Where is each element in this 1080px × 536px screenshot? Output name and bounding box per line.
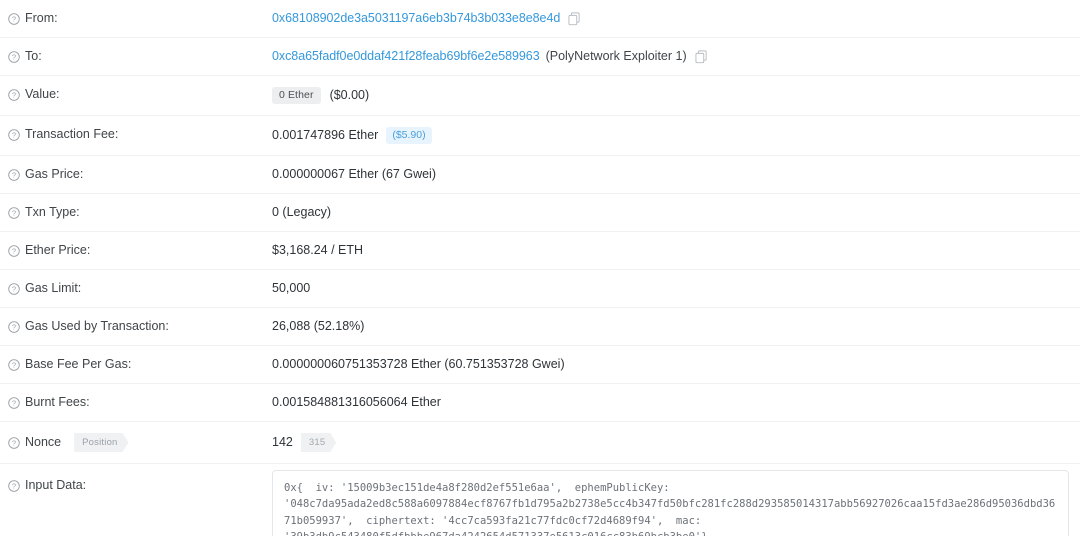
detail-row-ether-price: ? Ether Price: $3,168.24 / ETH bbox=[0, 232, 1080, 270]
row-value-from: 0x68108902de3a5031197a6eb3b74b3b033e8e8e… bbox=[272, 0, 1080, 37]
question-circle-icon[interactable]: ? bbox=[8, 479, 20, 492]
svg-text:?: ? bbox=[12, 130, 16, 139]
row-label-input-data: ? Input Data: bbox=[0, 464, 272, 504]
transaction-details-panel: ? From: 0x68108902de3a5031197a6eb3b74b3b… bbox=[0, 0, 1080, 536]
copy-icon[interactable] bbox=[695, 49, 708, 64]
svg-text:?: ? bbox=[12, 481, 16, 490]
to-address-nametag: (PolyNetwork Exploiter 1) bbox=[545, 49, 687, 63]
input-data-textarea[interactable]: 0x{ iv: '15009b3ec151de4a8f280d2ef551e6a… bbox=[272, 470, 1069, 536]
question-circle-icon[interactable]: ? bbox=[8, 206, 20, 219]
row-label-gas-used: ? Gas Used by Transaction: bbox=[0, 308, 272, 345]
label-text-burnt-fees: Burnt Fees: bbox=[25, 395, 90, 409]
detail-row-value: ? Value: 0 Ether ($0.00) bbox=[0, 76, 1080, 116]
label-text-base-fee: Base Fee Per Gas: bbox=[25, 357, 132, 371]
from-address-link[interactable]: 0x68108902de3a5031197a6eb3b74b3b033e8e8e… bbox=[272, 11, 560, 26]
row-value-gas-used: 26,088 (52.18%) bbox=[272, 319, 365, 333]
detail-row-gas-limit: ? Gas Limit: 50,000 bbox=[0, 270, 1080, 308]
row-label-gas-limit: ? Gas Limit: bbox=[0, 270, 272, 307]
row-value-transaction-fee: 0.001747896 Ether ($5.90) bbox=[272, 116, 1080, 155]
row-value-gas-limit: 50,000 bbox=[272, 281, 311, 295]
nonce-position-value: 315 bbox=[301, 433, 336, 452]
row-label-transaction-fee: ? Transaction Fee: bbox=[0, 116, 272, 153]
to-address-link[interactable]: 0xc8a65fadf0e0ddaf421f28feab69bf6e2e5899… bbox=[272, 49, 540, 64]
transaction-fee-usd-badge: ($5.90) bbox=[386, 127, 432, 144]
label-text-transaction-fee: Transaction Fee: bbox=[25, 127, 119, 141]
detail-row-gas-used: ? Gas Used by Transaction: 26,088 (52.18… bbox=[0, 308, 1080, 346]
label-text-to: To: bbox=[25, 49, 42, 63]
question-circle-icon[interactable]: ? bbox=[8, 358, 20, 371]
label-text-ether-price: Ether Price: bbox=[25, 243, 91, 257]
row-label-txn-type: ? Txn Type: bbox=[0, 194, 272, 231]
svg-text:?: ? bbox=[12, 170, 16, 179]
row-label-burnt-fees: ? Burnt Fees: bbox=[0, 384, 272, 421]
question-circle-icon[interactable]: ? bbox=[8, 168, 20, 181]
row-value-base-fee: 0.000000060751353728 Ether (60.751353728… bbox=[272, 357, 565, 371]
value-usd: ($0.00) bbox=[329, 88, 370, 102]
question-circle-icon[interactable]: ? bbox=[8, 396, 20, 409]
question-circle-icon[interactable]: ? bbox=[8, 282, 20, 295]
row-label-base-fee: ? Base Fee Per Gas: bbox=[0, 346, 272, 383]
label-text-gas-price: Gas Price: bbox=[25, 167, 84, 181]
row-value-gas-price: 0.000000067 Ether (67 Gwei) bbox=[272, 167, 436, 181]
row-label-gas-price: ? Gas Price: bbox=[0, 156, 272, 193]
detail-row-burnt-fees: ? Burnt Fees: 0.001584881316056064 Ether bbox=[0, 384, 1080, 422]
question-circle-icon[interactable]: ? bbox=[8, 88, 20, 101]
row-label-ether-price: ? Ether Price: bbox=[0, 232, 272, 269]
row-value-nonce: 142 315 bbox=[272, 422, 1080, 463]
svg-text:?: ? bbox=[12, 360, 16, 369]
svg-text:?: ? bbox=[12, 284, 16, 293]
question-circle-icon[interactable]: ? bbox=[8, 436, 20, 449]
transaction-fee-amount: 0.001747896 Ether bbox=[272, 128, 379, 142]
nonce-position-badge: Position bbox=[74, 433, 128, 452]
svg-text:?: ? bbox=[12, 398, 16, 407]
label-text-from: From: bbox=[25, 11, 58, 25]
svg-text:?: ? bbox=[12, 438, 16, 447]
value-amount-badge: 0 Ether bbox=[272, 87, 321, 104]
row-label-value: ? Value: bbox=[0, 76, 272, 113]
label-text-txn-type: Txn Type: bbox=[25, 205, 80, 219]
copy-icon[interactable] bbox=[568, 11, 581, 26]
svg-text:?: ? bbox=[12, 322, 16, 331]
svg-text:?: ? bbox=[12, 246, 16, 255]
detail-row-base-fee: ? Base Fee Per Gas: 0.000000060751353728… bbox=[0, 346, 1080, 384]
detail-row-nonce: ? Nonce Position 142 315 bbox=[0, 422, 1080, 464]
detail-row-input-data: ? Input Data: 0x{ iv: '15009b3ec151de4a8… bbox=[0, 464, 1080, 536]
label-text-nonce: Nonce bbox=[25, 435, 62, 449]
row-value-value: 0 Ether ($0.00) bbox=[272, 76, 1080, 115]
question-circle-icon[interactable]: ? bbox=[8, 50, 20, 63]
detail-row-gas-price: ? Gas Price: 0.000000067 Ether (67 Gwei) bbox=[0, 156, 1080, 194]
input-data-content: 0x{ iv: '15009b3ec151de4a8f280d2ef551e6a… bbox=[284, 482, 1056, 536]
svg-text:?: ? bbox=[12, 208, 16, 217]
row-value-to: 0xc8a65fadf0e0ddaf421f28feab69bf6e2e5899… bbox=[272, 38, 1080, 75]
row-label-to: ? To: bbox=[0, 38, 272, 75]
question-circle-icon[interactable]: ? bbox=[8, 12, 20, 25]
label-text-gas-limit: Gas Limit: bbox=[25, 281, 82, 295]
svg-text:?: ? bbox=[12, 14, 16, 23]
row-value-ether-price: $3,168.24 / ETH bbox=[272, 243, 364, 257]
svg-text:?: ? bbox=[12, 90, 16, 99]
question-circle-icon[interactable]: ? bbox=[8, 128, 20, 141]
label-text-gas-used: Gas Used by Transaction: bbox=[25, 319, 169, 333]
row-value-burnt-fees: 0.001584881316056064 Ether bbox=[272, 395, 441, 409]
label-text-input-data: Input Data: bbox=[25, 478, 87, 492]
svg-text:?: ? bbox=[12, 52, 16, 61]
question-circle-icon[interactable]: ? bbox=[8, 320, 20, 333]
detail-row-to: ? To: 0xc8a65fadf0e0ddaf421f28feab69bf6e… bbox=[0, 38, 1080, 76]
row-value-txn-type: 0 (Legacy) bbox=[272, 205, 332, 219]
row-value-input-data: 0x{ iv: '15009b3ec151de4a8f280d2ef551e6a… bbox=[272, 464, 1080, 536]
label-text-value: Value: bbox=[25, 87, 60, 101]
question-circle-icon[interactable]: ? bbox=[8, 244, 20, 257]
row-label-nonce: ? Nonce Position bbox=[0, 422, 272, 463]
detail-row-txn-type: ? Txn Type: 0 (Legacy) bbox=[0, 194, 1080, 232]
row-label-from: ? From: bbox=[0, 0, 272, 37]
nonce-value: 142 bbox=[272, 435, 293, 449]
detail-row-transaction-fee: ? Transaction Fee: 0.001747896 Ether ($5… bbox=[0, 116, 1080, 156]
detail-row-from: ? From: 0x68108902de3a5031197a6eb3b74b3b… bbox=[0, 0, 1080, 38]
